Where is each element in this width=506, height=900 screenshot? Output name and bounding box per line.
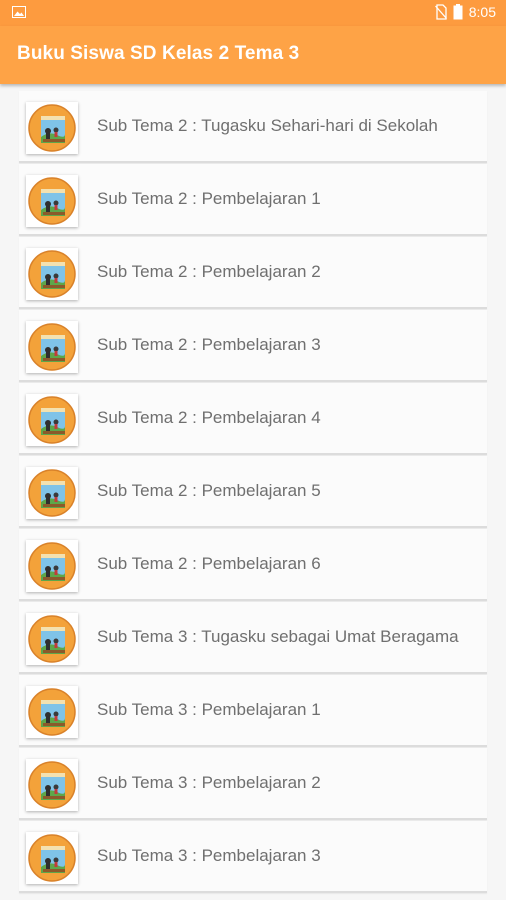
book-cover-thumbnail bbox=[26, 321, 78, 373]
book-cover-thumbnail bbox=[26, 175, 78, 227]
status-icons: 8:05 bbox=[434, 4, 496, 20]
list-item-label: Sub Tema 3 : Tugasku sebagai Umat Beraga… bbox=[97, 627, 459, 646]
list-item[interactable]: Sub Tema 3 : Pembelajaran 3 bbox=[19, 821, 487, 893]
status-bar: 8:05 bbox=[0, 0, 506, 26]
list-item-label: Sub Tema 3 : Pembelajaran 1 bbox=[97, 700, 321, 719]
list-item[interactable]: Sub Tema 2 : Pembelajaran 4 bbox=[19, 383, 487, 455]
list-item-label: Sub Tema 2 : Pembelajaran 1 bbox=[97, 189, 321, 208]
book-cover-thumbnail bbox=[26, 832, 78, 884]
book-cover-thumbnail bbox=[26, 540, 78, 592]
list-item[interactable]: Sub Tema 2 : Pembelajaran 1 bbox=[19, 164, 487, 236]
book-cover-thumbnail bbox=[26, 102, 78, 154]
book-cover-thumbnail bbox=[26, 467, 78, 519]
list-item[interactable]: Sub Tema 2 : Pembelajaran 2 bbox=[19, 237, 487, 309]
app-title: Buku Siswa SD Kelas 2 Tema 3 bbox=[17, 43, 300, 64]
book-cover-thumbnail bbox=[26, 613, 78, 665]
chapter-list[interactable]: Sub Tema 2 : Tugasku Sehari-hari di Seko… bbox=[0, 84, 506, 900]
image-icon bbox=[12, 6, 26, 18]
list-item[interactable]: Sub Tema 2 : Tugasku Sehari-hari di Seko… bbox=[19, 91, 487, 163]
list-item-label: Sub Tema 2 : Pembelajaran 2 bbox=[97, 262, 321, 281]
list-item-label: Sub Tema 2 : Pembelajaran 5 bbox=[97, 481, 321, 500]
list-item[interactable]: Sub Tema 3 : Pembelajaran 2 bbox=[19, 748, 487, 820]
battery-icon bbox=[453, 4, 463, 20]
status-time: 8:05 bbox=[468, 4, 496, 20]
list-item-label: Sub Tema 2 : Pembelajaran 4 bbox=[97, 408, 321, 427]
book-cover-thumbnail bbox=[26, 759, 78, 811]
list-item-label: Sub Tema 2 : Pembelajaran 6 bbox=[97, 554, 321, 573]
list-item-label: Sub Tema 2 : Pembelajaran 3 bbox=[97, 335, 321, 354]
sim-blocked-icon bbox=[434, 4, 447, 20]
list-item[interactable]: Sub Tema 2 : Pembelajaran 6 bbox=[19, 529, 487, 601]
list-item-label: Sub Tema 3 : Pembelajaran 2 bbox=[97, 773, 321, 792]
list-item-label: Sub Tema 3 : Pembelajaran 3 bbox=[97, 846, 321, 865]
list-item[interactable]: Sub Tema 3 : Pembelajaran 1 bbox=[19, 675, 487, 747]
list-item-label: Sub Tema 2 : Tugasku Sehari-hari di Seko… bbox=[97, 116, 438, 135]
book-cover-thumbnail bbox=[26, 248, 78, 300]
book-cover-thumbnail bbox=[26, 686, 78, 738]
list-item[interactable]: Sub Tema 2 : Pembelajaran 3 bbox=[19, 310, 487, 382]
list-item[interactable]: Sub Tema 2 : Pembelajaran 5 bbox=[19, 456, 487, 528]
book-cover-thumbnail bbox=[26, 394, 78, 446]
list-item[interactable]: Sub Tema 3 : Tugasku sebagai Umat Beraga… bbox=[19, 602, 487, 674]
app-bar: Buku Siswa SD Kelas 2 Tema 3 bbox=[0, 26, 506, 84]
